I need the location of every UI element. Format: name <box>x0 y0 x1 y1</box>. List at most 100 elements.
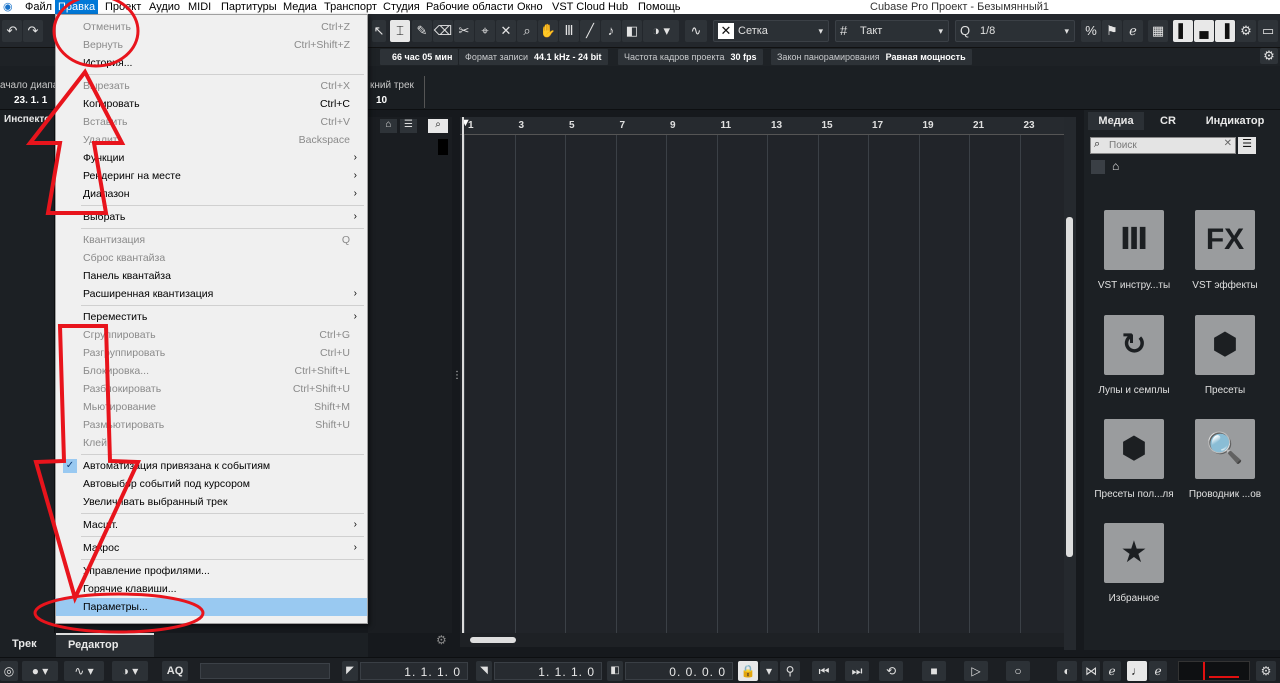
position-value[interactable]: 0. 0. 0. 0 <box>625 662 733 680</box>
record-mode-dropdown[interactable]: ● ▾ <box>22 661 58 681</box>
pencil-icon[interactable]: ✎ <box>412 20 432 42</box>
right-zone-toggle-icon[interactable]: ▐ <box>1215 20 1235 42</box>
quantize-dropdown[interactable]: Q 1/8 ▾ <box>955 20 1075 42</box>
edit-menu-item[interactable]: Переместить › <box>56 308 367 326</box>
lower-zone-toggle-icon[interactable]: ▄ <box>1194 20 1214 42</box>
edit-menu-item[interactable]: Панель квантайза <box>56 267 367 285</box>
glue-icon[interactable]: ⌖ <box>475 20 495 42</box>
media-search-input[interactable]: ⌕ Поиск ✕ <box>1090 137 1236 154</box>
rack-tab-0[interactable]: Медиа <box>1088 112 1144 130</box>
media-tile-0[interactable]: Ⅲ <box>1104 210 1164 270</box>
clear-search-icon[interactable]: ✕ <box>1224 138 1232 149</box>
menu-12[interactable]: Hub <box>605 0 631 14</box>
eraser-icon[interactable]: ⌫ <box>433 20 453 42</box>
quantize-flag-icon[interactable]: ⚑ <box>1102 20 1122 42</box>
tab-track[interactable]: Трек <box>12 638 37 650</box>
menu-10[interactable]: Окно <box>514 0 546 14</box>
frame-rate-chip[interactable]: Частота кадров проекта 30 fps <box>618 49 763 65</box>
edit-menu-item[interactable]: Квантизация Q <box>56 231 367 249</box>
color-tool-icon[interactable]: ◧ <box>622 20 642 42</box>
edit-menu-item[interactable]: Вырезать Ctrl+X <box>56 77 367 95</box>
edit-menu-item[interactable]: Мьютирование Shift+M <box>56 398 367 416</box>
edit-menu-item[interactable]: Расширенная квантизация › <box>56 285 367 303</box>
right-locator-value[interactable]: 1. 1. 1. 0 <box>494 662 602 680</box>
menu-8[interactable]: Студия <box>380 0 423 14</box>
right-locator-icon[interactable]: ◥ <box>476 661 492 681</box>
punch-icon[interactable]: ⚲ <box>780 661 800 681</box>
range-start-value[interactable]: 23. 1. 1 <box>14 95 47 106</box>
media-tile-1[interactable]: FX <box>1195 210 1255 270</box>
keyboard-icon[interactable]: ▦ <box>1148 20 1168 42</box>
window-layout-icon[interactable]: ▭ <box>1258 20 1278 42</box>
transport-edit-icon[interactable]: ℯ <box>1103 661 1121 681</box>
redo-icon[interactable]: ↷ <box>23 20 43 42</box>
edit-menu-item[interactable]: Копировать Ctrl+C <box>56 95 367 113</box>
edit-menu-item[interactable]: История... <box>56 54 367 72</box>
zoom-icon[interactable]: ⌕ <box>517 20 537 42</box>
infobar-settings-gear-icon[interactable]: ⚙ <box>1260 48 1278 64</box>
max-record-time[interactable]: 66 час 05 мин <box>380 49 459 65</box>
edit-menu-item[interactable]: Разгруппировать Ctrl+U <box>56 344 367 362</box>
edit-menu-item[interactable]: Масшт. › <box>56 516 367 534</box>
edit-menu-item[interactable]: Клей <box>56 434 367 452</box>
aq-button[interactable]: AQ <box>162 661 188 681</box>
track-list-menu-icon[interactable]: ☰ <box>400 119 417 133</box>
vertical-scroll-thumb[interactable] <box>1066 217 1073 557</box>
line-icon[interactable]: ╱ <box>580 20 600 42</box>
edit-menu-item[interactable]: Вставить Ctrl+V <box>56 113 367 131</box>
rack-tab-1[interactable]: CR <box>1146 112 1190 130</box>
list-view-icon[interactable]: ☰ <box>1238 137 1256 154</box>
edit-menu-item[interactable]: Диапазон › <box>56 185 367 203</box>
play-order-dropdown[interactable]: ◑ ▾ <box>643 20 679 42</box>
quantize-percent-icon[interactable]: % <box>1081 20 1101 42</box>
edit-menu-item[interactable]: Выбрать › <box>56 208 367 226</box>
timeline-ruler[interactable]: ▼ 1 3 5 7 9 11 13 15 17 19 21 23 <box>460 117 1064 135</box>
media-tile-6[interactable]: ★ <box>1104 523 1164 583</box>
track-visibility-icon[interactable]: ⌂ <box>380 119 397 133</box>
vertical-scrollbar[interactable] <box>1064 117 1076 650</box>
snap-type-dropdown[interactable]: # Такт ▾ <box>835 20 949 42</box>
track-search-icon[interactable]: ⌕ <box>428 119 448 133</box>
menu-9[interactable]: Рабочие области <box>423 0 516 14</box>
left-locator-value[interactable]: 1. 1. 1. 0 <box>360 662 468 680</box>
track-value[interactable]: 10 <box>376 95 387 106</box>
stop-icon[interactable]: ■ <box>922 661 946 681</box>
menu-4[interactable]: MIDI <box>185 0 214 14</box>
edit-menu-item[interactable]: Увеличивать выбранный трек <box>56 493 367 511</box>
metronome-dropdown[interactable]: ◑ ▾ <box>112 661 148 681</box>
edit-menu-item[interactable]: Горячие клавиши... <box>56 580 367 598</box>
pan-law-chip[interactable]: Закон панорамирования Равная мощность <box>771 49 972 65</box>
tab-editor[interactable]: Редактор <box>56 633 154 657</box>
edit-menu-item[interactable]: Блокировка... Ctrl+Shift+L <box>56 362 367 380</box>
menu-5[interactable]: Партитуры <box>218 0 280 14</box>
media-tile-2[interactable]: ↻ <box>1104 315 1164 375</box>
project-arrange-area[interactable] <box>460 117 1064 633</box>
media-tile-5[interactable]: 🔍 <box>1195 419 1255 479</box>
edit-menu-item[interactable]: Параметры... <box>56 598 367 616</box>
record-icon[interactable]: ○ <box>1006 661 1030 681</box>
audio-waveform-dropdown[interactable]: ∿ ▾ <box>64 661 104 681</box>
edit-menu-item[interactable]: Рендеринг на месте › <box>56 167 367 185</box>
edit-menu-item[interactable]: Удалить Backspace <box>56 131 367 149</box>
zone-settings-gear-icon[interactable]: ⚙ <box>436 633 447 647</box>
menu-1[interactable]: Правка <box>55 0 99 14</box>
edit-menu-item[interactable]: Вернуть Ctrl+Shift+Z <box>56 36 367 54</box>
play-tool-icon[interactable]: ♪ <box>601 20 621 42</box>
transport-mute-icon[interactable]: ⋈ <box>1082 661 1100 681</box>
left-locator-icon[interactable]: ◤ <box>342 661 358 681</box>
menu-7[interactable]: Транспорт <box>321 0 380 14</box>
snap-toggle-icon[interactable]: ∿ <box>685 20 707 42</box>
record-format-chip[interactable]: Формат записи 44.1 kHz - 24 bit <box>459 49 608 65</box>
object-select-icon[interactable]: ↖ <box>372 20 386 42</box>
undo-icon[interactable]: ↶ <box>2 20 22 42</box>
back-button[interactable] <box>1091 160 1105 174</box>
scissors-icon[interactable]: ✂ <box>454 20 474 42</box>
mute-x-icon[interactable]: ✕ <box>496 20 516 42</box>
edit-menu-item[interactable]: Размьютировать Shift+U <box>56 416 367 434</box>
edit-menu-item[interactable]: Макрос › <box>56 539 367 557</box>
sync-icon[interactable]: ◎ <box>0 661 18 681</box>
inspector-tab[interactable]: Инспекто <box>4 114 50 125</box>
edit-menu-item[interactable]: Отменить Ctrl+Z <box>56 18 367 36</box>
left-zone-toggle-icon[interactable]: ▌ <box>1173 20 1193 42</box>
edit-menu-item[interactable]: Функции › <box>56 149 367 167</box>
